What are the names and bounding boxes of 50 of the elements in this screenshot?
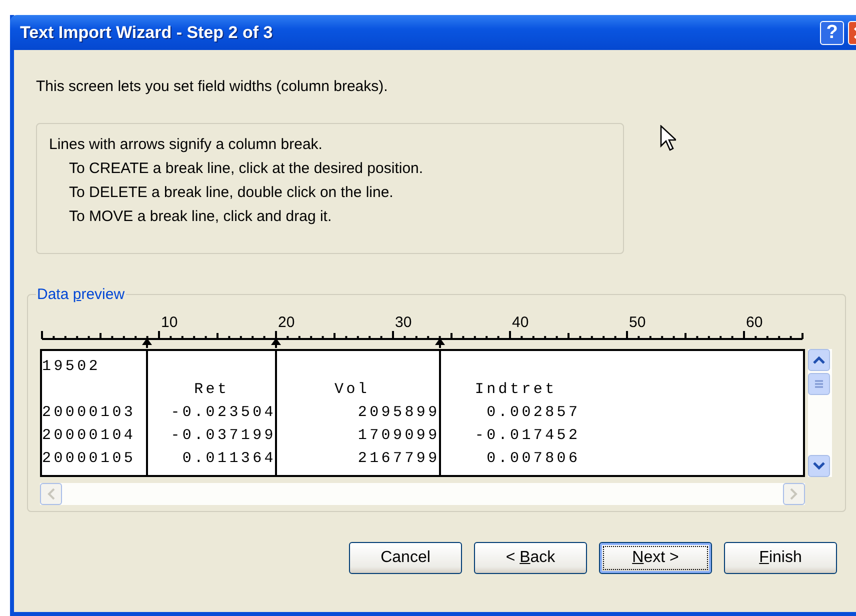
- chevron-left-icon: [47, 488, 55, 500]
- group-label: Data preview: [36, 286, 126, 303]
- chevron-right-icon: [790, 488, 798, 500]
- column-break-line[interactable]: [438, 349, 441, 477]
- scroll-down-button[interactable]: [808, 455, 830, 477]
- mouse-pointer-icon: [660, 125, 676, 151]
- preview-text: -0.023504: [170, 404, 276, 421]
- instructions-heading: Lines with arrows signify a column break.: [49, 136, 324, 153]
- break-arrow-icon[interactable]: [434, 338, 445, 348]
- ruler-label: 50: [629, 314, 646, 331]
- preview-text: 20000104: [42, 427, 137, 444]
- help-button[interactable]: ?: [820, 20, 844, 44]
- ruler-label: 20: [278, 314, 295, 331]
- ruler-label: 60: [746, 314, 763, 331]
- chevron-down-icon: [813, 462, 825, 470]
- preview-text: 19502: [42, 358, 102, 375]
- preview-text: Vol: [333, 381, 371, 398]
- ruler[interactable]: 10 20 30 40 50 60: [40, 309, 805, 343]
- wizard-button[interactable]: < Back: [474, 542, 587, 574]
- instruction-line: To CREATE a break line, click at the desired position.: [68, 160, 424, 177]
- instruction-line: To MOVE a break line, click and drag it.: [68, 208, 333, 225]
- preview-text: 0.011364: [181, 450, 276, 467]
- preview-text: -0.017452: [474, 427, 580, 444]
- preview-text: 2095899: [356, 404, 440, 421]
- vertical-scrollbar[interactable]: [808, 349, 832, 477]
- grip-icon: [814, 380, 824, 388]
- ruler-label: 30: [395, 314, 412, 331]
- wizard-button[interactable]: Cancel: [349, 542, 462, 574]
- scroll-up-button[interactable]: [808, 349, 830, 371]
- preview-text: 0.007806: [486, 450, 580, 467]
- instruction-line: To DELETE a break line, double click on the line.: [68, 184, 394, 201]
- preview-text: Ret: [193, 381, 230, 398]
- preview-text: 0.002857: [486, 404, 580, 421]
- preview-text: Indtret: [474, 381, 558, 398]
- preview-text: 20000103: [42, 404, 137, 421]
- preview-text: 20000105: [42, 450, 137, 467]
- wizard-button[interactable]: Finish: [724, 542, 837, 574]
- intro-text: This screen lets you set field widths (column breaks).: [36, 78, 389, 95]
- scroll-thumb[interactable]: [808, 373, 830, 395]
- ruler-label: 40: [512, 314, 529, 331]
- chevron-up-icon: [813, 356, 825, 364]
- wizard-button[interactable]: Next >: [599, 542, 712, 574]
- window-title: Text Import Wizard - Step 2 of 3: [20, 22, 274, 42]
- break-arrow-icon[interactable]: [142, 338, 152, 348]
- preview-text: 1709099: [356, 427, 440, 444]
- preview-text: -0.037199: [170, 427, 276, 444]
- preview-text: 2167799: [356, 450, 440, 467]
- column-break-line[interactable]: [146, 349, 148, 477]
- ruler-label: 10: [161, 314, 178, 331]
- break-arrow-icon[interactable]: [271, 338, 281, 348]
